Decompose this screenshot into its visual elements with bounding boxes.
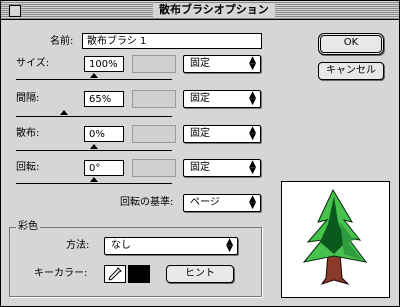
rotation-slider-track bbox=[16, 183, 172, 184]
hint-button[interactable]: ヒント bbox=[166, 265, 234, 283]
size-slider-track bbox=[16, 79, 172, 80]
spacing-max-field bbox=[132, 90, 176, 108]
method-label: 方法: bbox=[66, 240, 90, 251]
up-down-arrows-icon: ▲ ▼ bbox=[226, 237, 233, 254]
close-box[interactable] bbox=[9, 5, 21, 17]
name-field[interactable]: 散布ブラシ 1 bbox=[82, 33, 262, 49]
window-title: 散布ブラシオプション bbox=[153, 3, 275, 17]
scatter-field[interactable]: 0% bbox=[84, 126, 124, 142]
rotation-basis-popup[interactable]: ページ ▲ ▼ bbox=[183, 194, 261, 212]
spacing-mode-popup[interactable]: 固定 ▲ ▼ bbox=[183, 90, 261, 108]
size-slider-thumb[interactable] bbox=[90, 73, 98, 78]
size-mode-popup[interactable]: 固定 ▲ ▼ bbox=[183, 55, 261, 73]
key-color-label: キーカラー: bbox=[34, 268, 88, 279]
size-mode-value: 固定 bbox=[190, 58, 210, 69]
colorization-group-label: 彩色 bbox=[16, 220, 40, 234]
rotation-basis-label: 回転の基準: bbox=[120, 197, 174, 208]
scatter-label: 散布: bbox=[16, 128, 40, 139]
scatter-mode-value: 固定 bbox=[190, 128, 210, 139]
rotation-field[interactable]: 0° bbox=[84, 160, 124, 176]
rotation-slider-thumb[interactable] bbox=[90, 177, 98, 182]
spacing-mode-value: 固定 bbox=[190, 93, 210, 104]
title-bar[interactable]: 散布ブラシオプション bbox=[1, 1, 399, 20]
size-max-field bbox=[132, 55, 176, 73]
size-label: サイズ: bbox=[16, 58, 50, 69]
up-down-arrows-icon: ▲ ▼ bbox=[249, 125, 256, 142]
scatter-slider-track bbox=[16, 150, 172, 151]
spacing-slider-track bbox=[16, 116, 172, 117]
up-down-arrows-icon: ▲ ▼ bbox=[249, 55, 256, 72]
scatter-slider-thumb[interactable] bbox=[90, 144, 98, 149]
up-down-arrows-icon: ▲ ▼ bbox=[249, 90, 256, 107]
rotation-mode-value: 固定 bbox=[190, 162, 210, 173]
method-value: なし bbox=[111, 240, 131, 251]
scatter-max-field bbox=[132, 125, 176, 143]
rotation-mode-popup[interactable]: 固定 ▲ ▼ bbox=[183, 159, 261, 177]
up-down-arrows-icon: ▲ ▼ bbox=[249, 194, 256, 211]
rotation-basis-value: ページ bbox=[190, 197, 220, 208]
cancel-button[interactable]: キャンセル bbox=[318, 62, 384, 80]
rotation-label: 回転: bbox=[16, 162, 40, 173]
spacing-field[interactable]: 65% bbox=[84, 91, 124, 107]
ok-button[interactable]: OK bbox=[318, 33, 384, 55]
up-down-arrows-icon: ▲ ▼ bbox=[249, 159, 256, 176]
key-color-swatch[interactable] bbox=[128, 265, 150, 283]
eyedropper-icon bbox=[108, 267, 122, 281]
tree-preview-image bbox=[302, 188, 368, 286]
rotation-max-field bbox=[132, 159, 176, 177]
brush-preview bbox=[281, 181, 390, 298]
eyedropper-button[interactable] bbox=[104, 265, 126, 283]
spacing-label: 間隔: bbox=[16, 93, 40, 104]
method-popup[interactable]: なし ▲ ▼ bbox=[104, 237, 238, 255]
size-field[interactable]: 100% bbox=[84, 56, 124, 72]
name-label: 名前: bbox=[50, 36, 74, 47]
spacing-slider-thumb[interactable] bbox=[60, 110, 68, 115]
scatter-mode-popup[interactable]: 固定 ▲ ▼ bbox=[183, 125, 261, 143]
